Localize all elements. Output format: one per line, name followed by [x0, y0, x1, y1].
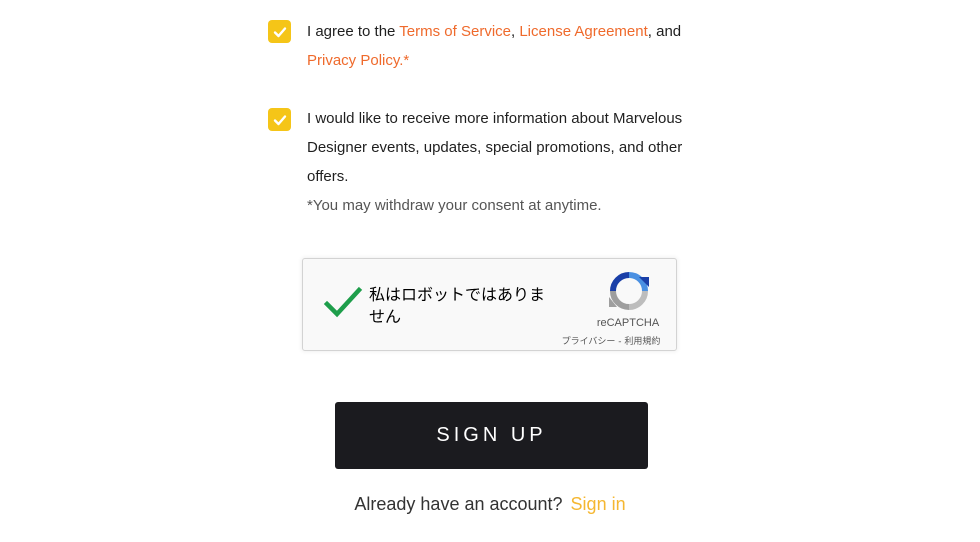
sign-up-button[interactable]: SIGN UP [335, 402, 648, 469]
recaptcha-footer: プライバシー - 利用規約 [561, 337, 661, 347]
recaptcha-terms-link[interactable]: 利用規約 [624, 337, 660, 347]
required-mark: * [403, 52, 410, 69]
agree-text-prefix: I agree to the [307, 23, 400, 40]
sign-in-link[interactable]: Sign in [571, 494, 626, 514]
recaptcha-privacy-link[interactable]: プライバシー [562, 337, 616, 347]
license-agreement-link[interactable]: License Agreement [519, 23, 647, 40]
agree-terms-checkbox[interactable] [268, 20, 291, 43]
recaptcha-checkmark-icon[interactable] [323, 285, 363, 321]
marketing-consent-checkbox[interactable] [268, 108, 291, 131]
recaptcha-widget[interactable]: 私はロボットではありません reCAPTCHA プライバシー - 利用規約 [302, 258, 677, 351]
privacy-policy-link[interactable]: Privacy Policy [307, 52, 399, 69]
withdraw-consent-note: *You may withdraw your consent at anytim… [307, 197, 602, 214]
sign-in-prompt: Already have an account? [354, 494, 563, 514]
recaptcha-brand: reCAPTCHA [596, 317, 660, 329]
checkmark-icon [273, 114, 286, 125]
recaptcha-logo-icon [609, 272, 649, 310]
recaptcha-label: 私はロボットではありません [369, 285, 546, 326]
terms-of-service-link[interactable]: Terms of Service [399, 23, 511, 40]
checkmark-icon [273, 26, 286, 37]
agree-terms-text: I agree to the Terms of Service, License… [307, 23, 682, 69]
marketing-consent-text: I would like to receive more information… [307, 110, 683, 214]
sign-in-row: Already have an account? Sign in [0, 494, 980, 515]
